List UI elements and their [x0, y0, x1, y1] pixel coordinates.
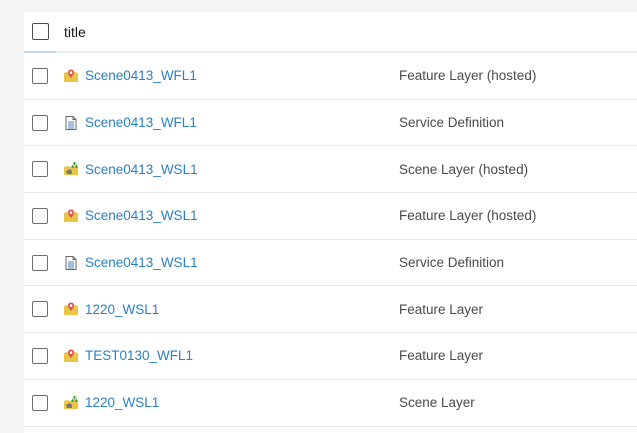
item-title-link[interactable]: Scene0413_WSL1 [85, 208, 198, 223]
row-checkbox[interactable] [32, 207, 48, 224]
table-row: 1220_WSL1 Feature Layer [24, 286, 637, 334]
item-type: Feature Layer [399, 348, 484, 364]
item-title-link[interactable]: 1220_WSL1 [85, 395, 159, 410]
feature-layer-icon [63, 348, 79, 364]
row-checkbox[interactable] [32, 301, 48, 318]
table-row: Scene0413_WSL1 Feature Layer (hosted) [24, 193, 637, 240]
table-row: Scene0413_WSL1 Scene Layer (hosted) [24, 146, 637, 194]
table-row: Scene0413_WSL1 Service Definition [24, 240, 637, 287]
table-row: TEST0130_WFL1 Feature Layer [24, 333, 637, 380]
item-type: Feature Layer [399, 301, 484, 317]
scene-layer-icon [63, 161, 79, 177]
select-all-checkbox[interactable] [32, 23, 49, 40]
item-title-link[interactable]: Scene0413_WFL1 [85, 115, 197, 130]
table-row: Scene0413_WFL1 Feature Layer (hosted) [24, 53, 637, 100]
row-checkbox[interactable] [32, 254, 48, 271]
item-type: Feature Layer (hosted) [399, 68, 537, 84]
table-header: title [24, 12, 637, 53]
row-checkbox[interactable] [32, 161, 48, 178]
item-type: Scene Layer [399, 395, 475, 411]
document-icon [63, 115, 79, 131]
row-checkbox[interactable] [32, 394, 48, 411]
item-title-link[interactable]: Scene0413_WSL1 [85, 255, 198, 270]
row-checkbox[interactable] [32, 67, 48, 84]
item-type: Feature Layer (hosted) [399, 208, 537, 224]
table-row: Scene0413_WFL1 Service Definition [24, 100, 637, 147]
item-type: Service Definition [399, 255, 505, 271]
table-row: 1220_WSL1 Scene Layer [24, 380, 637, 427]
item-type: Scene Layer (hosted) [399, 161, 529, 177]
row-checkbox[interactable] [32, 347, 48, 364]
items-table: title Scene0413_WFL1 Feature Layer (hoste… [24, 12, 637, 433]
scene-layer-icon [63, 395, 79, 411]
row-checkbox[interactable] [32, 114, 48, 131]
item-title-link[interactable]: Scene0413_WSL1 [85, 162, 198, 177]
item-title-link[interactable]: 1220_WSL1 [85, 302, 159, 317]
item-type: Service Definition [399, 115, 505, 131]
feature-layer-icon [63, 68, 79, 84]
document-icon [63, 255, 79, 271]
column-header-title[interactable]: title [64, 24, 86, 40]
feature-layer-icon [63, 208, 79, 224]
item-title-link[interactable]: Scene0413_WFL1 [85, 68, 197, 83]
item-title-link[interactable]: TEST0130_WFL1 [85, 348, 193, 363]
feature-layer-icon [63, 301, 79, 317]
